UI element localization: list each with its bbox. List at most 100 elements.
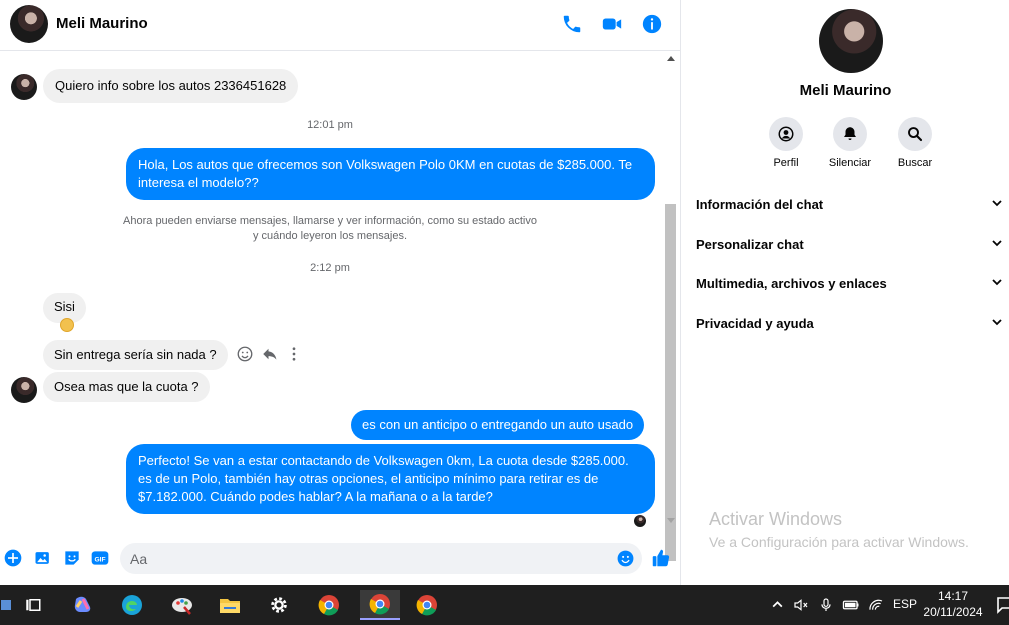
timestamp: 12:01 pm — [307, 119, 353, 131]
section-label: Multimedia, archivos y enlaces — [696, 276, 887, 291]
battery-icon[interactable] — [842, 597, 860, 613]
profile-button[interactable]: Perfil — [751, 117, 821, 169]
chat-panel: Meli Maurino Quiero info sobre los autos… — [0, 0, 681, 585]
chevron-down-icon — [992, 319, 1002, 326]
clock-date: 20/11/2024 — [923, 605, 983, 619]
message-bubble-incoming[interactable]: Osea mas que la cuota ? — [43, 372, 210, 402]
app-icon — [1, 600, 11, 610]
section-media-files-links[interactable]: Multimedia, archivos y enlaces — [696, 276, 1009, 291]
chrome-button-2[interactable] — [360, 590, 400, 620]
gear-icon — [271, 597, 287, 613]
message-bubble-incoming[interactable]: Quiero info sobre los autos 2336451628 — [43, 69, 299, 103]
message-list[interactable]: Quiero info sobre los autos 2336451628 1… — [0, 52, 662, 530]
sidebar-contact-name: Meli Maurino — [799, 82, 892, 99]
clock-time: 14:17 — [937, 589, 969, 603]
chrome-button-1[interactable] — [312, 590, 346, 620]
mute-label: Silenciar — [828, 157, 872, 169]
system-message-line: Ahora pueden enviarse mensajes, llamarse… — [123, 215, 537, 227]
settings-button[interactable] — [262, 590, 296, 620]
chevron-down-icon — [992, 240, 1002, 247]
speaker-muted-icon[interactable] — [793, 597, 809, 613]
folder-icon — [220, 599, 240, 613]
thumbs-up-icon[interactable] — [650, 547, 672, 569]
info-icon[interactable] — [641, 13, 663, 35]
chevron-up-icon[interactable] — [771, 598, 784, 611]
chevron-down-icon — [992, 279, 1002, 286]
contact-name[interactable]: Meli Maurino — [56, 15, 148, 32]
seen-avatar — [634, 515, 646, 527]
section-privacy-help[interactable]: Privacidad y ayuda — [696, 316, 1009, 331]
chrome-icon — [416, 595, 437, 616]
search-icon — [908, 127, 923, 142]
task-view-icon — [26, 599, 41, 611]
wifi-icon[interactable] — [868, 597, 884, 613]
chrome-icon — [318, 595, 339, 616]
video-call-icon[interactable] — [601, 13, 623, 35]
profile-icon — [778, 126, 794, 142]
message-line: Perfecto! Se van a estar contactando de … — [138, 453, 629, 468]
system-message: Ahora pueden enviarse mensajes, llamarse… — [80, 214, 580, 244]
copilot-button[interactable] — [66, 590, 100, 620]
scroll-down-arrow-icon[interactable] — [667, 518, 675, 523]
reaction-emoji-icon[interactable] — [60, 318, 74, 332]
reply-icon[interactable] — [261, 345, 279, 363]
react-smiley-icon[interactable] — [236, 345, 254, 363]
section-chat-info[interactable]: Información del chat — [696, 197, 1009, 212]
mute-button[interactable]: Silenciar — [815, 117, 885, 169]
emoji-icon[interactable] — [616, 549, 635, 568]
messenger-window: Meli Maurino Quiero info sobre los autos… — [0, 0, 1009, 585]
message-input[interactable] — [130, 549, 600, 569]
more-options-icon[interactable] — [285, 345, 303, 363]
paint-button[interactable] — [165, 590, 199, 620]
message-bubble-outgoing[interactable]: Perfecto! Se van a estar contactando de … — [126, 444, 655, 514]
message-line: $7.182.000. Cuándo podes hablar? A la ma… — [138, 489, 493, 504]
notification-icon[interactable] — [997, 596, 1009, 614]
chrome-button-3[interactable] — [410, 590, 444, 620]
section-customize-chat[interactable]: Personalizar chat — [696, 237, 1009, 252]
taskbar-app-partial[interactable] — [0, 590, 12, 620]
task-view-button[interactable] — [16, 590, 50, 620]
scrollbar-thumb[interactable] — [665, 204, 676, 561]
windows-taskbar: ESP 14:17 20/11/2024 — [0, 585, 1009, 625]
scroll-up-arrow-icon[interactable] — [667, 56, 675, 61]
phone-call-icon[interactable] — [561, 13, 583, 35]
input-language[interactable]: ESP — [893, 597, 917, 611]
system-message-line: y cuándo leyeron los mensajes. — [252, 230, 408, 242]
edge-button[interactable] — [115, 590, 149, 620]
composer: GIF — [0, 531, 680, 585]
contact-avatar[interactable] — [10, 5, 48, 43]
message-input-box[interactable] — [120, 543, 642, 574]
section-label: Información del chat — [696, 197, 824, 212]
search-button-circle[interactable] — [898, 117, 932, 151]
mute-button-circle[interactable] — [833, 117, 867, 151]
chrome-icon — [369, 594, 390, 615]
file-explorer-button[interactable] — [213, 590, 247, 620]
edge-icon — [122, 595, 142, 615]
copilot-icon — [74, 596, 91, 612]
activate-windows-title: Activar Windows — [709, 509, 843, 529]
message-scrollbar[interactable] — [663, 52, 679, 561]
sidebar-avatar[interactable] — [819, 9, 883, 73]
sticker-icon[interactable] — [62, 548, 82, 568]
paint-icon — [172, 598, 192, 615]
chevron-down-icon — [992, 200, 1002, 207]
chat-details-sidebar: Meli Maurino Perfil Silenciar Buscar Inf… — [682, 0, 1009, 585]
sender-avatar[interactable] — [11, 74, 37, 100]
system-clock[interactable]: 14:17 20/11/2024 — [918, 588, 988, 620]
sender-avatar[interactable] — [11, 377, 37, 403]
message-line: es de un Polo, también hay otras opcione… — [138, 471, 599, 486]
profile-label: Perfil — [773, 157, 799, 169]
plus-icon[interactable] — [3, 548, 23, 568]
bell-icon — [844, 127, 856, 140]
profile-button-circle[interactable] — [769, 117, 803, 151]
chat-header: Meli Maurino — [0, 0, 680, 51]
microphone-icon[interactable] — [818, 597, 834, 613]
message-bubble-outgoing[interactable]: es con un anticipo o entregando un auto … — [351, 410, 645, 440]
timestamp: 2:12 pm — [310, 262, 350, 274]
message-bubble-incoming[interactable]: Sin entrega sería sin nada ? — [43, 340, 228, 370]
search-button[interactable]: Buscar — [880, 117, 950, 169]
photo-icon[interactable] — [33, 548, 53, 568]
message-bubble-outgoing[interactable]: Hola, Los autos que ofrecemos son Volksw… — [126, 148, 655, 200]
svg-text:GIF: GIF — [94, 556, 105, 563]
gif-icon[interactable]: GIF — [90, 548, 110, 568]
